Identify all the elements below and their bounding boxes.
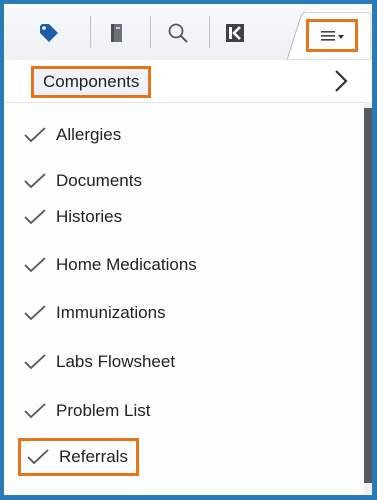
components-panel: Components Allergies Documents Histories… [0,0,377,500]
components-list: Allergies Documents Histories Home Medic… [4,102,364,495]
chevron-down-icon [337,34,344,39]
list-item-labs-flowsheet[interactable]: Labs Flowsheet [24,347,175,377]
chevron-right-icon[interactable] [329,69,353,93]
list-item-histories[interactable]: Histories [24,202,122,232]
search-button[interactable] [160,15,196,51]
collapse-button[interactable] [218,15,252,51]
scrollbar-thumb[interactable] [364,108,372,483]
components-header: Components [4,60,372,103]
search-icon [168,23,188,43]
checkmark-icon [24,403,46,419]
toolbar [4,4,372,60]
collapse-left-icon [226,24,244,42]
checkmark-icon [24,127,46,143]
checkmark-icon [27,449,49,465]
list-item-label: Allergies [56,125,122,144]
components-label[interactable]: Components [31,66,152,98]
hamburger-menu-icon [320,30,335,41]
list-item-label: Immunizations [56,303,166,322]
list-item-label: Problem List [56,401,151,420]
list-item-problem-list[interactable]: Problem List [24,396,150,426]
tag-button[interactable] [32,15,66,51]
tag-icon [40,24,58,42]
list-item-label: Labs Flowsheet [56,352,176,371]
list-item-immunizations[interactable]: Immunizations [24,298,166,328]
checkmark-icon [24,354,46,370]
list-item-documents[interactable]: Documents [24,166,142,196]
checkmark-icon [24,173,46,189]
checkmark-icon [24,209,46,225]
list-item-home-medications[interactable]: Home Medications [24,250,197,280]
book-icon [111,24,122,42]
vertical-scrollbar[interactable] [364,102,372,495]
list-item-label: Documents [56,171,142,190]
document-viewer-button[interactable] [100,15,134,51]
list-item-label: Histories [56,207,123,226]
list-item-label: Home Medications [56,255,197,274]
menu-button[interactable] [306,19,358,52]
list-item-allergies[interactable]: Allergies [24,120,121,150]
checkmark-icon [24,257,46,273]
list-item-referrals[interactable]: Referrals [18,438,139,476]
toolbar-separator [209,16,210,48]
list-item-label: Referrals [59,447,128,466]
checkmark-icon [24,305,46,321]
toolbar-separator [150,16,151,48]
toolbar-separator [90,16,91,48]
